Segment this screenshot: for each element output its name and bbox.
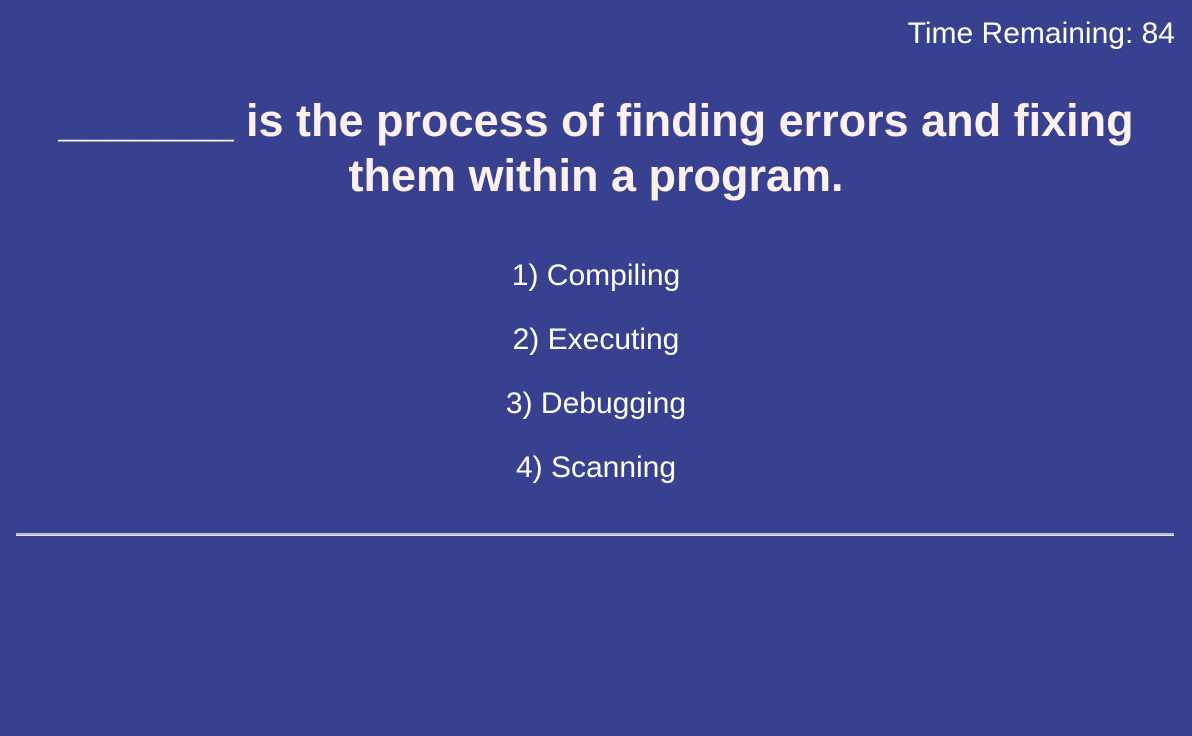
answer-option-2[interactable]: 2) Executing bbox=[436, 320, 756, 360]
horizontal-divider bbox=[16, 533, 1174, 536]
answer-option-3[interactable]: 3) Debugging bbox=[436, 384, 756, 424]
answer-option-4[interactable]: 4) Scanning bbox=[436, 448, 756, 488]
answer-option-1[interactable]: 1) Compiling bbox=[436, 256, 756, 296]
answer-options: 1) Compiling 2) Executing 3) Debugging 4… bbox=[0, 256, 1192, 512]
time-remaining-label: Time Remaining: 84 bbox=[907, 17, 1175, 50]
quiz-page: Time Remaining: 84 _______ is the proces… bbox=[0, 0, 1192, 736]
question-text: _______ is the process of finding errors… bbox=[58, 95, 1134, 201]
